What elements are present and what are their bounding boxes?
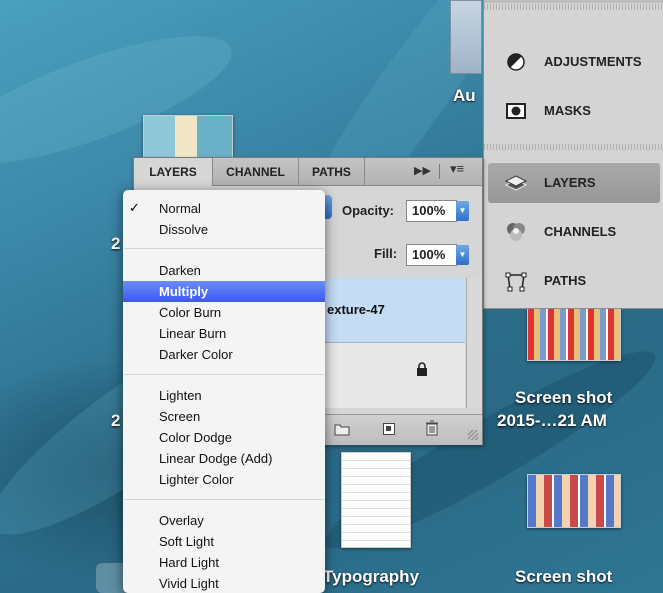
typography-file-icon[interactable] — [341, 452, 411, 548]
opacity-stepper-icon[interactable]: ▼ — [456, 201, 469, 221]
menu-item-dissolve[interactable]: Dissolve — [123, 219, 325, 240]
fill-stepper-icon[interactable]: ▼ — [456, 245, 469, 265]
menu-item-linear-burn[interactable]: Linear Burn — [123, 323, 325, 344]
menu-item-color-dodge[interactable]: Color Dodge — [123, 427, 325, 448]
fill-label: Fill: — [374, 246, 398, 261]
menu-item-normal[interactable]: Normal — [123, 198, 325, 219]
blend-mode-menu: Normal ✓ Dissolve Darken Multiply Color … — [123, 190, 325, 593]
paths-icon — [504, 269, 528, 293]
tab-layers[interactable]: LAYERS — [134, 158, 213, 186]
menu-item-screen[interactable]: Screen — [123, 406, 325, 427]
screenshot1-thumbnail[interactable] — [527, 307, 621, 361]
desktop-label-left-a[interactable]: 2 — [111, 234, 120, 254]
dock-item-masks[interactable]: MASKS — [492, 91, 663, 131]
menu-item-darker-color[interactable]: Darker Color — [123, 344, 325, 365]
menu-item-overlay[interactable]: Overlay — [123, 510, 325, 531]
typography-label[interactable]: Typography — [323, 567, 419, 587]
menu-separator — [124, 374, 324, 375]
menu-item-soft-light[interactable]: Soft Light — [123, 531, 325, 552]
menu-item-lighter-color[interactable]: Lighter Color — [123, 469, 325, 490]
layer-list-scrollbar[interactable] — [466, 278, 482, 408]
screenshot1-label-line1[interactable]: Screen shot — [515, 388, 612, 408]
masks-icon — [504, 99, 528, 123]
panel-menu-icon[interactable]: ▾≡ — [450, 161, 464, 177]
collapse-panel-icon[interactable]: ▶▶ — [414, 164, 431, 177]
dock-item-layers[interactable]: LAYERS — [488, 163, 660, 203]
panel-dock: ADJUSTMENTS MASKS LAYERS CHANNELS PATHS — [483, 0, 663, 309]
new-layer-icon[interactable] — [382, 422, 396, 441]
dock-item-label: LAYERS — [544, 175, 596, 190]
menu-separator — [124, 499, 324, 500]
dock-item-paths[interactable]: PATHS — [492, 261, 663, 301]
screenshot2-thumbnail[interactable] — [527, 474, 621, 528]
layers-icon — [504, 171, 528, 195]
menu-item-hard-light[interactable]: Hard Light — [123, 552, 325, 573]
desktop-file-thumbnail[interactable] — [143, 115, 233, 161]
lock-icon — [416, 362, 428, 376]
desktop-label-left-b[interactable]: 2 — [111, 411, 120, 431]
trash-icon[interactable] — [425, 420, 439, 441]
tab-channels[interactable]: CHANNEL — [213, 158, 299, 185]
channels-icon — [504, 220, 528, 244]
new-group-folder-icon[interactable] — [334, 422, 350, 441]
dock-item-adjustments[interactable]: ADJUSTMENTS — [492, 42, 663, 82]
desktop-icon-top[interactable] — [450, 0, 482, 74]
dock-grip-middle[interactable] — [484, 144, 663, 150]
menu-separator — [124, 248, 324, 249]
fill-field[interactable]: 100% — [406, 244, 457, 266]
divider — [439, 164, 440, 179]
menu-item-multiply[interactable]: Multiply — [123, 281, 325, 302]
layer-name: exture-47 — [327, 302, 385, 317]
resize-grip-icon[interactable] — [468, 430, 478, 440]
adjustments-icon — [504, 50, 528, 74]
dock-item-label: CHANNELS — [544, 224, 617, 239]
menu-item-vivid-light[interactable]: Vivid Light — [123, 573, 325, 593]
dock-item-label: MASKS — [544, 103, 591, 118]
dock-item-label: ADJUSTMENTS — [544, 54, 642, 69]
checkmark-icon: ✓ — [129, 200, 140, 215]
layers-panel-tabbar: LAYERS CHANNEL PATHS ▶▶ ▾≡ — [134, 158, 482, 186]
menu-item-darken[interactable]: Darken — [123, 260, 325, 281]
menu-item-color-burn[interactable]: Color Burn — [123, 302, 325, 323]
dock-item-channels[interactable]: CHANNELS — [492, 212, 663, 252]
screenshot2-label[interactable]: Screen shot — [515, 567, 612, 587]
dock-grip-top[interactable] — [484, 4, 663, 10]
dock-item-label: PATHS — [544, 273, 587, 288]
screenshot1-label-line2[interactable]: 2015-…21 AM — [497, 411, 607, 431]
tab-paths[interactable]: PATHS — [299, 158, 365, 185]
opacity-label: Opacity: — [342, 203, 395, 218]
menu-item-linear-dodge[interactable]: Linear Dodge (Add) — [123, 448, 325, 469]
desktop-label-au[interactable]: Au — [453, 86, 476, 106]
menu-item-lighten[interactable]: Lighten — [123, 385, 325, 406]
opacity-field[interactable]: 100% — [406, 200, 457, 222]
